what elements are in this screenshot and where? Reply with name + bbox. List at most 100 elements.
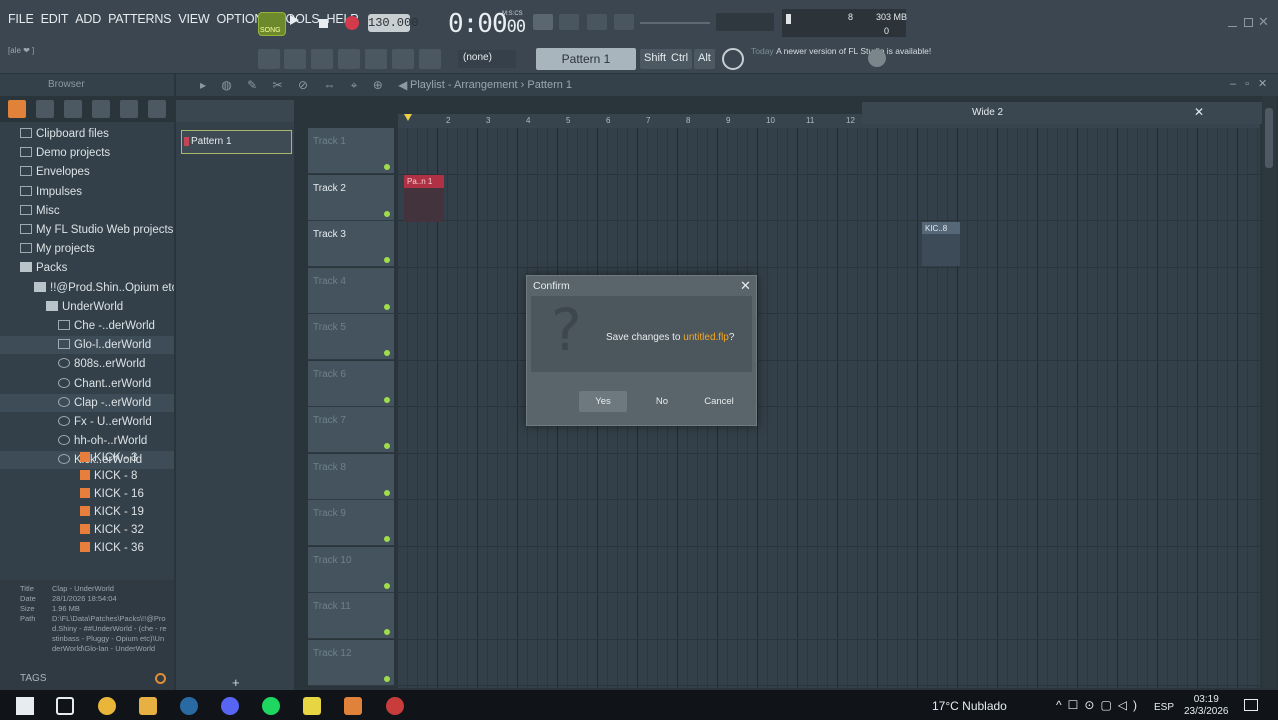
- app-icon[interactable]: [303, 697, 321, 715]
- channel-rack-group[interactable]: Wide 2: [972, 107, 1003, 118]
- browser-item[interactable]: KICK - 3: [80, 449, 137, 467]
- shift-key-button[interactable]: Shift: [640, 49, 671, 69]
- tempo-field[interactable]: 130.000: [368, 14, 418, 32]
- browser-item[interactable]: Misc: [20, 202, 60, 220]
- obs-icon[interactable]: [386, 697, 404, 715]
- track-header[interactable]: Track 4: [308, 267, 394, 314]
- track-mute-led[interactable]: [384, 210, 390, 217]
- browser-item[interactable]: Envelopes: [20, 163, 90, 181]
- system-tray[interactable]: ^☐⊙▢◁): [1056, 698, 1143, 712]
- spotify-icon[interactable]: [262, 697, 280, 715]
- track-header[interactable]: Track 9: [308, 500, 394, 546]
- track-mute-led[interactable]: [384, 443, 390, 449]
- browser-item[interactable]: Glo-l..derWorld: [58, 336, 151, 354]
- track-mute-led[interactable]: [384, 396, 390, 403]
- track-header[interactable]: Track 12: [308, 639, 394, 686]
- track-mute-led[interactable]: [384, 257, 390, 263]
- browser-files-icon[interactable]: [36, 100, 54, 118]
- menu-patterns[interactable]: PATTERNS: [108, 12, 171, 26]
- pattern-clip[interactable]: Pa..n 1: [404, 175, 444, 188]
- pattern-selector[interactable]: Pattern 1: [536, 48, 636, 70]
- track-mute-led[interactable]: [384, 350, 390, 356]
- menu-file[interactable]: FILE: [8, 12, 34, 26]
- loop-record-icon[interactable]: [587, 14, 607, 30]
- browser-item[interactable]: KICK - 36: [80, 539, 144, 557]
- browser-item[interactable]: 808s..erWorld: [58, 355, 145, 373]
- ctrl-key-button[interactable]: Ctrl: [667, 49, 693, 69]
- steam-icon[interactable]: [180, 697, 198, 715]
- alt-key-button[interactable]: Alt: [694, 49, 715, 69]
- browser-item[interactable]: Demo projects: [20, 144, 110, 162]
- browser-item[interactable]: UnderWorld: [46, 298, 123, 316]
- taskbar-clock[interactable]: 03:19 23/3/2026: [1184, 694, 1229, 718]
- plugin-picker-icon[interactable]: [365, 49, 387, 69]
- piano-roll-icon[interactable]: [284, 49, 306, 69]
- browser-all-icon[interactable]: [8, 100, 26, 118]
- browser-back-icon[interactable]: [64, 100, 82, 118]
- snap-select[interactable]: (none): [458, 50, 516, 68]
- play-icon[interactable]: [290, 15, 299, 25]
- track-header[interactable]: Track 6: [308, 360, 394, 407]
- browser-item[interactable]: My FL Studio Web projects: [20, 221, 173, 239]
- step-edit-icon[interactable]: [559, 14, 579, 30]
- browser-item[interactable]: KICK - 32: [80, 521, 144, 539]
- file-explorer-icon[interactable]: [139, 697, 157, 715]
- browser-item[interactable]: KICK - 8: [80, 467, 137, 485]
- track-header[interactable]: Track 5: [308, 314, 394, 360]
- browser-item[interactable]: Clap -..erWorld: [58, 394, 151, 412]
- arrow-icon[interactable]: [392, 49, 414, 69]
- browser-item[interactable]: My projects: [20, 240, 95, 258]
- menu-view[interactable]: VIEW: [178, 12, 209, 26]
- track-header[interactable]: Track 11: [308, 593, 394, 639]
- yes-button[interactable]: Yes: [579, 391, 627, 412]
- metronome-icon[interactable]: [614, 14, 634, 30]
- news-icon[interactable]: [722, 48, 744, 70]
- track-header[interactable]: Track 1: [308, 128, 394, 174]
- task-view-icon[interactable]: [56, 697, 74, 715]
- language-indicator[interactable]: ESP: [1154, 702, 1174, 713]
- mixer-icon[interactable]: [338, 49, 360, 69]
- browser-item[interactable]: KICK - 19: [80, 503, 144, 521]
- browser-star-icon[interactable]: [148, 100, 166, 118]
- track-mute-led[interactable]: [384, 536, 390, 542]
- news-panel[interactable]: Today A newer version of FL Studio is av…: [751, 46, 931, 57]
- stop-icon[interactable]: [319, 19, 328, 28]
- chrome-icon[interactable]: [98, 697, 116, 715]
- no-button[interactable]: No: [642, 391, 682, 412]
- playlist-icon[interactable]: [258, 49, 280, 69]
- browser-item[interactable]: Fx - U..erWorld: [58, 413, 152, 431]
- typing-keyboard-icon[interactable]: [533, 14, 553, 30]
- playlist-window-buttons[interactable]: –▫✕: [1230, 77, 1276, 90]
- news-disc-icon[interactable]: [868, 49, 886, 67]
- track-header[interactable]: Track 8: [308, 453, 394, 500]
- discord-icon[interactable]: [221, 697, 239, 715]
- notification-icon[interactable]: [1244, 699, 1258, 711]
- browser-item[interactable]: !!@Prod.Shin..Opium etc): [34, 279, 174, 297]
- dialog-close-icon[interactable]: ✕: [740, 278, 751, 294]
- browser-cloud-icon[interactable]: [120, 100, 138, 118]
- track-mute-led[interactable]: [384, 303, 390, 310]
- record-icon[interactable]: [345, 16, 359, 30]
- track-header[interactable]: Track 10: [308, 546, 394, 593]
- browser-item[interactable]: Clipboard files: [20, 125, 109, 143]
- cancel-button[interactable]: Cancel: [695, 391, 743, 412]
- tags-bar[interactable]: TAGS: [0, 670, 174, 690]
- master-pitch-slider[interactable]: [640, 22, 710, 24]
- kick-audio-clip-body[interactable]: [922, 234, 960, 266]
- kick-audio-clip[interactable]: KIC..8: [922, 222, 960, 234]
- menu-add[interactable]: ADD: [75, 12, 101, 26]
- fl-studio-taskbar-icon[interactable]: [344, 697, 362, 715]
- track-mute-led[interactable]: [384, 164, 390, 170]
- scrollbar-thumb[interactable]: [1265, 108, 1273, 168]
- browser-item[interactable]: KICK - 16: [80, 485, 144, 503]
- browser-item[interactable]: hh-oh-..rWorld: [58, 432, 147, 450]
- track-mute-led[interactable]: [384, 675, 390, 682]
- pattern-picker-item[interactable]: Pattern 1: [181, 130, 292, 154]
- track-mute-led[interactable]: [384, 629, 390, 635]
- browser-plugins-icon[interactable]: [92, 100, 110, 118]
- track-header[interactable]: Track 3: [308, 221, 394, 267]
- channel-rack-icon[interactable]: [311, 49, 333, 69]
- browser-item[interactable]: Impulses: [20, 183, 82, 201]
- restore-icon[interactable]: [1244, 18, 1253, 27]
- track-mute-led[interactable]: [384, 489, 390, 496]
